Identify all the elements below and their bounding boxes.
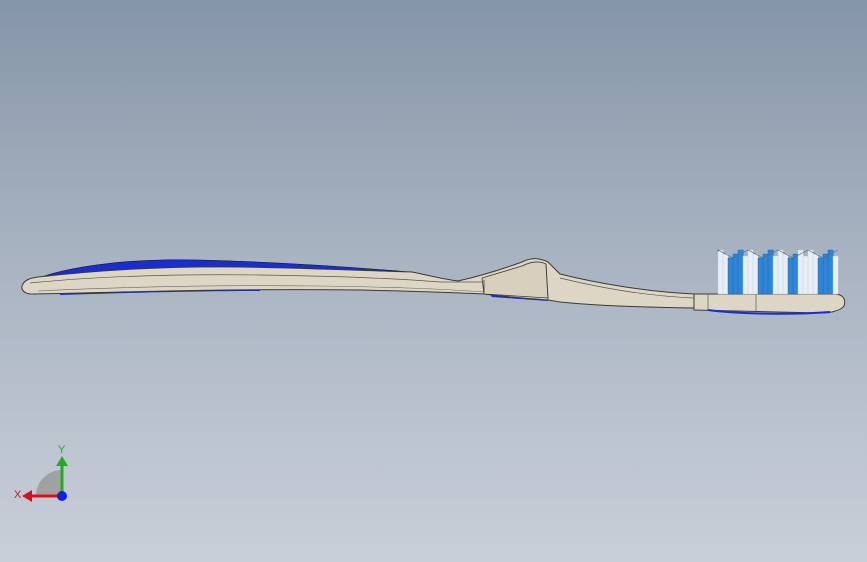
bristle-strand xyxy=(737,249,744,295)
bristle-strand xyxy=(832,255,839,295)
toothbrush-model[interactable] xyxy=(0,0,867,562)
bristle-strand xyxy=(802,255,809,295)
y-axis-label: Y xyxy=(58,444,66,456)
bristle-strand xyxy=(782,253,789,295)
y-axis-head xyxy=(56,456,68,466)
bristle-strand xyxy=(807,249,814,295)
bristle-strand xyxy=(797,249,804,295)
x-axis-label: X xyxy=(14,489,22,501)
bristle-strand xyxy=(762,253,769,295)
bristle-strand xyxy=(822,253,829,295)
bristle-strand xyxy=(812,253,819,295)
bristle-strand xyxy=(732,253,739,295)
z-axis-dot xyxy=(57,491,67,501)
bristle-strand xyxy=(757,257,764,295)
bristle-strand xyxy=(752,253,759,295)
bristle-strand xyxy=(742,255,749,295)
bristle-strand xyxy=(792,253,799,295)
bristle-strand xyxy=(827,249,834,295)
coordinate-triad: Y X xyxy=(14,444,68,502)
bristle-strand xyxy=(777,249,784,295)
bristle-strand xyxy=(817,257,824,295)
bristle-strand xyxy=(747,249,754,295)
bristle-strand xyxy=(767,249,774,295)
x-axis-head xyxy=(22,490,32,502)
bristle-strand xyxy=(722,253,729,295)
triad-plane-quadrant xyxy=(36,470,62,496)
graphics-viewport[interactable]: Y X xyxy=(0,0,867,562)
bristle-strand xyxy=(717,249,724,295)
bristle-strand xyxy=(772,255,779,295)
bristle-strand xyxy=(787,257,794,295)
bristle-tufts xyxy=(717,249,839,295)
bristle-strand xyxy=(727,257,734,295)
